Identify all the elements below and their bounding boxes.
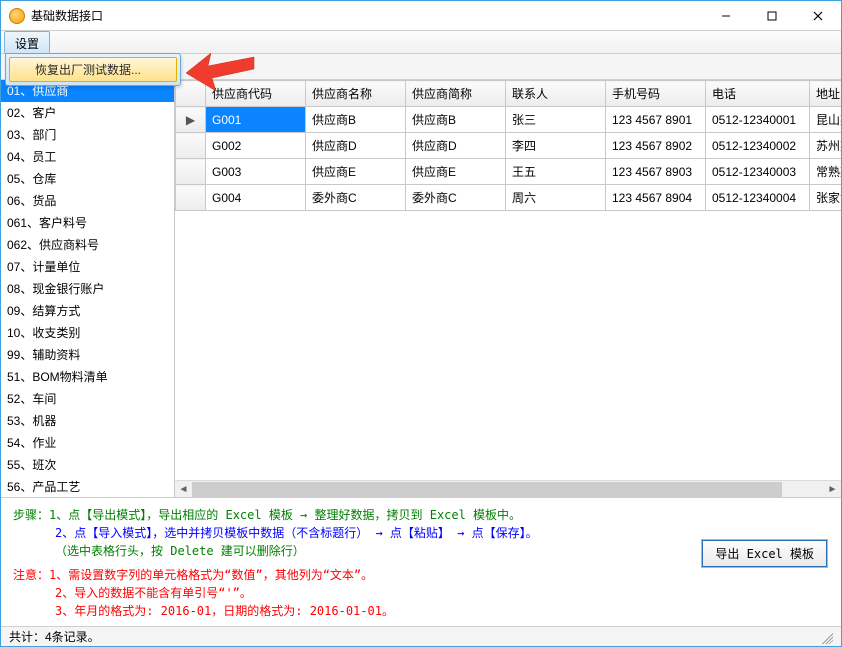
menubar: 设置 <box>1 31 841 54</box>
cell[interactable]: 供应商B <box>406 107 506 133</box>
cell[interactable]: 昆山某地 <box>810 107 842 133</box>
cell[interactable]: 委外商C <box>306 185 406 211</box>
help-warn3: 3、年月的格式为: 2016-01，日期的格式为: 2016-01-01。 <box>13 602 829 620</box>
list-item[interactable]: 03、部门 <box>1 124 174 146</box>
minimize-button[interactable] <box>703 1 749 30</box>
col-header[interactable]: 电话 <box>706 81 810 107</box>
list-item[interactable]: 07、计量单位 <box>1 256 174 278</box>
cell[interactable]: 123 4567 8903 <box>606 159 706 185</box>
cell[interactable]: 0512-12340003 <box>706 159 810 185</box>
cell[interactable]: 123 4567 8902 <box>606 133 706 159</box>
titlebar: 基础数据接口 <box>1 1 841 31</box>
app-icon <box>9 8 25 24</box>
cell[interactable]: 123 4567 8904 <box>606 185 706 211</box>
list-item[interactable]: 10、收支类别 <box>1 322 174 344</box>
cell[interactable]: 0512-12340002 <box>706 133 810 159</box>
table-row[interactable]: G002 供应商D 供应商D 李四 123 4567 8902 0512-123… <box>176 133 842 159</box>
col-header[interactable]: 手机号码 <box>606 81 706 107</box>
list-item[interactable]: 55、班次 <box>1 454 174 476</box>
split-container: 01、供应商 02、客户 03、部门 04、员工 05、仓库 06、货品 061… <box>1 80 841 497</box>
maximize-button[interactable] <box>749 1 795 30</box>
row-selector <box>176 185 206 211</box>
close-button[interactable] <box>795 1 841 30</box>
list-item[interactable]: 05、仓库 <box>1 168 174 190</box>
cell[interactable]: G001 <box>206 107 306 133</box>
cell[interactable]: G003 <box>206 159 306 185</box>
cell[interactable]: 张三 <box>506 107 606 133</box>
grid-scroll[interactable]: 供应商代码 供应商名称 供应商简称 联系人 手机号码 电话 地址 ▶ G001 <box>175 80 841 480</box>
col-header[interactable]: 供应商代码 <box>206 81 306 107</box>
scroll-left-icon[interactable]: ◄ <box>175 481 192 497</box>
row-selector <box>176 133 206 159</box>
settings-dropdown: 恢复出厂测试数据... <box>5 53 181 86</box>
cell[interactable]: 供应商D <box>306 133 406 159</box>
status-text: 共计：4条记录。 <box>9 628 100 645</box>
list-item[interactable]: 061、客户料号 <box>1 212 174 234</box>
cell[interactable]: 周六 <box>506 185 606 211</box>
col-header[interactable]: 供应商名称 <box>306 81 406 107</box>
list-item[interactable]: 09、结算方式 <box>1 300 174 322</box>
cell[interactable]: 委外商C <box>406 185 506 211</box>
menu-settings[interactable]: 设置 <box>4 31 50 53</box>
list-item[interactable]: 51、BOM物料清单 <box>1 366 174 388</box>
table-row[interactable]: G003 供应商E 供应商E 王五 123 4567 8903 0512-123… <box>176 159 842 185</box>
help-warn1: 注意：1、需设置数字列的单元格格式为“数值”，其他列为“文本”。 <box>13 566 829 584</box>
cell[interactable]: 供应商B <box>306 107 406 133</box>
cell[interactable]: G002 <box>206 133 306 159</box>
col-header[interactable]: 联系人 <box>506 81 606 107</box>
data-grid[interactable]: 供应商代码 供应商名称 供应商简称 联系人 手机号码 电话 地址 ▶ G001 <box>175 80 841 211</box>
col-header[interactable]: 供应商简称 <box>406 81 506 107</box>
cell[interactable]: 供应商E <box>406 159 506 185</box>
cell[interactable]: 常熟某地 <box>810 159 842 185</box>
help-warn2: 2、导入的数据不能含有单引号“'”。 <box>13 584 829 602</box>
cell[interactable]: 供应商D <box>406 133 506 159</box>
cell[interactable]: 供应商E <box>306 159 406 185</box>
row-selector <box>176 159 206 185</box>
table-row[interactable]: G004 委外商C 委外商C 周六 123 4567 8904 0512-123… <box>176 185 842 211</box>
cell[interactable]: 苏州某地 <box>810 133 842 159</box>
table-row[interactable]: ▶ G001 供应商B 供应商B 张三 123 4567 8901 0512-1… <box>176 107 842 133</box>
list-item[interactable]: 06、货品 <box>1 190 174 212</box>
help-step1: 步骤：1、点【导出模式】，导出相应的 Excel 模板 → 整理好数据，拷贝到 … <box>13 506 829 524</box>
col-header[interactable]: 地址 <box>810 81 842 107</box>
list-item[interactable]: 54、作业 <box>1 432 174 454</box>
cell[interactable]: 李四 <box>506 133 606 159</box>
main-window: 基础数据接口 设置 恢复出厂测试数据... 导出模式 导入模式 <box>0 0 842 647</box>
window-title: 基础数据接口 <box>31 7 103 24</box>
list-item[interactable]: 56、产品工艺 <box>1 476 174 497</box>
list-item[interactable]: 53、机器 <box>1 410 174 432</box>
category-list[interactable]: 01、供应商 02、客户 03、部门 04、员工 05、仓库 06、货品 061… <box>1 80 175 497</box>
help-panel: 步骤：1、点【导出模式】，导出相应的 Excel 模板 → 整理好数据，拷贝到 … <box>1 497 841 626</box>
list-item[interactable]: 02、客户 <box>1 102 174 124</box>
grid-panel: 供应商代码 供应商名称 供应商简称 联系人 手机号码 电话 地址 ▶ G001 <box>175 80 841 497</box>
list-item[interactable]: 99、辅助资料 <box>1 344 174 366</box>
horizontal-scrollbar[interactable]: ◄ ► <box>175 480 841 497</box>
restore-factory-test-data-item[interactable]: 恢复出厂测试数据... <box>9 57 177 82</box>
cell[interactable]: G004 <box>206 185 306 211</box>
grid-header-row: 供应商代码 供应商名称 供应商简称 联系人 手机号码 电话 地址 <box>176 81 842 107</box>
scroll-thumb[interactable] <box>192 482 782 497</box>
cell[interactable]: 0512-12340001 <box>706 107 810 133</box>
list-item[interactable]: 04、员工 <box>1 146 174 168</box>
list-item[interactable]: 52、车间 <box>1 388 174 410</box>
row-selector-icon: ▶ <box>176 107 206 133</box>
list-item[interactable]: 062、供应商料号 <box>1 234 174 256</box>
cell[interactable]: 123 4567 8901 <box>606 107 706 133</box>
export-excel-button[interactable]: 导出 Excel 模板 <box>702 540 827 567</box>
cell[interactable]: 0512-12340004 <box>706 185 810 211</box>
status-bar: 共计：4条记录。 <box>1 626 841 646</box>
cell[interactable]: 王五 <box>506 159 606 185</box>
resize-grip-icon[interactable] <box>819 630 833 644</box>
scroll-right-icon[interactable]: ► <box>824 481 841 497</box>
list-item[interactable]: 08、现金银行账户 <box>1 278 174 300</box>
cell[interactable]: 张家港某 <box>810 185 842 211</box>
